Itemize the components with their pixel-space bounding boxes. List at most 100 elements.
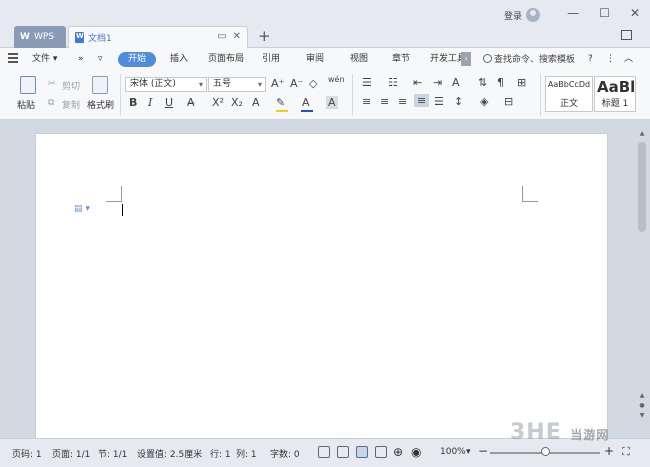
minimize-icon[interactable]: —	[567, 6, 579, 20]
style-heading-label: 标题 1	[601, 99, 629, 109]
watermark-site: 当游网	[570, 428, 610, 442]
scroll-up-icon[interactable]: ▲	[638, 130, 646, 137]
text-effect-icon[interactable]: A	[252, 96, 260, 109]
watermark-logo: 3HE 当游网	[510, 420, 609, 445]
line-spacing-icon[interactable]: ↕	[454, 95, 463, 108]
style-normal[interactable]: AaBbCcDd 正文	[545, 76, 593, 112]
highlight-icon[interactable]: ✎	[276, 96, 285, 109]
phonetic-icon[interactable]: wén	[328, 75, 345, 84]
web-view-icon[interactable]: ⊕	[393, 445, 403, 459]
subscript-icon[interactable]: X₂	[231, 96, 243, 109]
clear-format-icon[interactable]: ◇	[309, 77, 317, 90]
decrease-indent-icon[interactable]: ⇤	[413, 76, 422, 89]
tab-wps-label: WPS	[33, 32, 54, 42]
zoom-slider-knob[interactable]	[541, 447, 550, 456]
font-color-bar	[301, 110, 313, 112]
eye-protection-icon[interactable]: ◉	[411, 445, 421, 459]
tab-start[interactable]: 开始	[118, 52, 157, 67]
align-left-icon[interactable]: ≡	[362, 95, 371, 108]
align-right-icon[interactable]: ≡	[398, 95, 407, 108]
word-count[interactable]: 字数: 0	[270, 447, 300, 460]
numbered-list-icon[interactable]: ☷	[388, 76, 398, 89]
outline-view-icon[interactable]	[375, 446, 387, 458]
highlight-color-bar	[276, 110, 288, 112]
chinese-layout-icon[interactable]: A	[452, 76, 460, 89]
quick-dropdown-icon[interactable]: ▿	[92, 52, 109, 67]
style-heading-1[interactable]: AaBl 标题 1	[594, 76, 636, 112]
status-pages: 页面: 1/1	[52, 450, 91, 460]
document-area: ▤ ▾ ▲ ▲ ● ▼	[0, 120, 650, 443]
vertical-scrollbar[interactable]: ▲ ▲ ● ▼	[638, 130, 646, 430]
new-tab-button[interactable]: +	[258, 27, 271, 45]
char-shading-icon[interactable]: A	[326, 96, 338, 109]
format-painter-button[interactable]: 格式刷	[87, 98, 114, 111]
zoom-level[interactable]: 100%	[440, 447, 466, 457]
tab-chapter[interactable]: 章节	[386, 52, 416, 67]
tab-document[interactable]: 文档1 ▭ ✕	[68, 26, 248, 48]
file-menu[interactable]: 文件 ▾	[26, 52, 63, 67]
paste-button[interactable]: 粘贴	[17, 98, 35, 111]
bold-button[interactable]: B	[129, 96, 137, 109]
collapse-ribbon-icon[interactable]: ︿	[618, 52, 639, 67]
show-marks-icon[interactable]: ¶	[497, 76, 504, 89]
login-button[interactable]: 登录	[504, 8, 540, 22]
margin-corner-top-right	[522, 186, 538, 202]
scroll-thumb[interactable]	[638, 142, 646, 232]
tab-view[interactable]: 视图	[344, 52, 374, 67]
status-page: 页码: 1	[12, 450, 42, 460]
paragraph-layout-icon[interactable]: ▤ ▾	[74, 204, 90, 214]
fit-page-icon[interactable]: ⛶	[622, 445, 630, 459]
scroll-down-page-icon[interactable]: ▼	[638, 412, 646, 419]
zoom-dropdown-icon[interactable]: ▾	[466, 447, 471, 457]
tab-scroll-icon[interactable]: ›	[461, 52, 471, 66]
close-tab-icon[interactable]: ✕	[233, 31, 241, 42]
tab-references[interactable]: 引用	[256, 52, 286, 67]
pin-icon[interactable]: ▭	[217, 31, 226, 42]
tab-review[interactable]: 审阅	[300, 52, 330, 67]
increase-indent-icon[interactable]: ⇥	[433, 76, 442, 89]
grow-font-icon[interactable]: A⁺	[271, 77, 284, 90]
page-view-icon[interactable]	[356, 446, 368, 458]
superscript-icon[interactable]: X²	[212, 96, 224, 109]
read-mode-icon[interactable]	[337, 446, 349, 458]
document-page[interactable]: ▤ ▾	[35, 133, 608, 443]
shading-icon[interactable]: ◈	[480, 95, 488, 108]
shrink-font-icon[interactable]: A⁻	[290, 77, 303, 90]
help-icon[interactable]: ?	[582, 52, 599, 67]
strikethrough-icon[interactable]: A̶	[187, 96, 195, 109]
align-center-icon[interactable]: ≡	[380, 95, 389, 108]
watermark-brand: 3HE	[510, 420, 562, 445]
close-window-icon[interactable]: ✕	[630, 6, 640, 20]
italic-button[interactable]: I	[148, 96, 152, 109]
copy-icon[interactable]: ⧉	[48, 98, 54, 108]
scroll-select-icon[interactable]: ●	[638, 402, 646, 409]
font-color-icon[interactable]: A	[302, 96, 310, 109]
tab-page-layout[interactable]: 页面布局	[202, 52, 250, 67]
text-cursor	[122, 204, 123, 216]
underline-button[interactable]: U	[165, 96, 173, 109]
distributed-icon[interactable]: ☰	[434, 95, 444, 108]
cut-button[interactable]: 剪切	[62, 79, 80, 92]
zoom-in-button[interactable]: +	[604, 444, 614, 458]
command-search[interactable]: 查找命令、搜索模板	[483, 52, 575, 65]
tab-insert[interactable]: 插入	[164, 52, 194, 67]
font-size-select[interactable]: 五号	[208, 77, 266, 92]
quick-more-icon[interactable]: »	[72, 52, 90, 67]
borders-icon[interactable]: ⊟	[504, 95, 513, 108]
table-border-icon[interactable]: ⊞	[517, 76, 526, 89]
fullscreen-icon[interactable]	[318, 446, 330, 458]
menu-icon[interactable]	[8, 53, 18, 63]
copy-button[interactable]: 复制	[62, 98, 80, 111]
bullet-list-icon[interactable]: ☰	[362, 76, 372, 89]
paste-icon[interactable]	[20, 76, 36, 94]
font-name-select[interactable]: 宋体 (正文)	[125, 77, 207, 92]
sidebar-toggle-icon[interactable]	[621, 30, 632, 40]
cut-icon[interactable]: ✂	[48, 79, 56, 89]
scroll-up-page-icon[interactable]: ▲	[638, 392, 646, 399]
justify-icon[interactable]: ≡	[414, 94, 430, 107]
zoom-out-button[interactable]: −	[478, 444, 488, 458]
maximize-icon[interactable]: ☐	[599, 6, 610, 20]
tab-wps-home[interactable]: W WPS	[14, 26, 66, 48]
sort-icon[interactable]: ⇅	[478, 76, 487, 89]
format-painter-icon[interactable]	[92, 76, 108, 94]
